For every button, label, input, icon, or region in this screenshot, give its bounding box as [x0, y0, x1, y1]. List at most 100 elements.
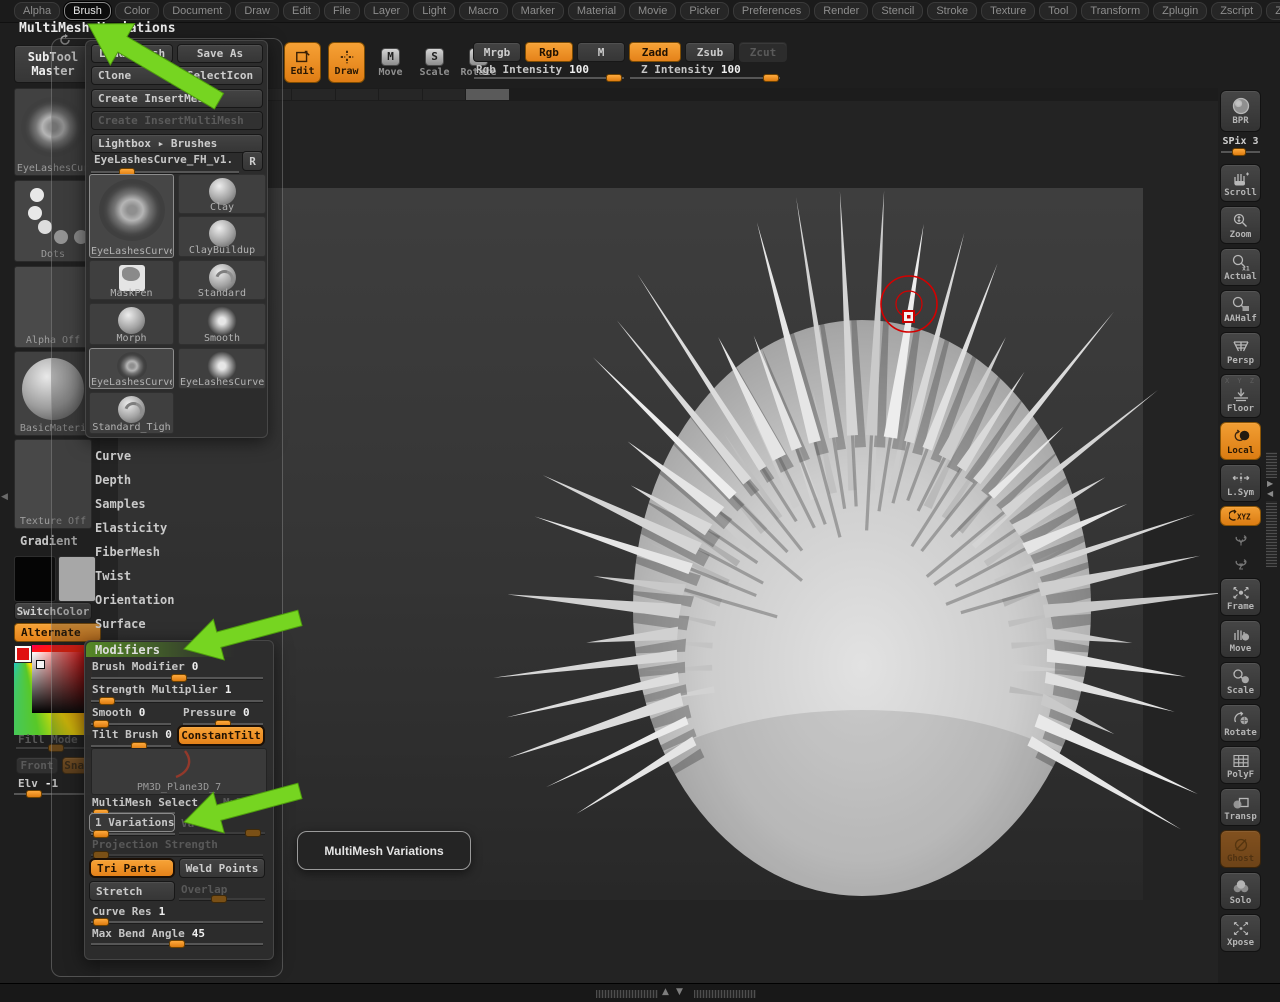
bpr-button[interactable]: BPR — [1220, 90, 1261, 132]
ghost-button[interactable]: Ghost — [1220, 830, 1261, 868]
lsym-button[interactable]: L.Sym — [1220, 464, 1261, 502]
restore-config-button[interactable]: R — [242, 151, 263, 171]
actual-button[interactable]: x1Actual — [1220, 248, 1261, 286]
selecticon-button[interactable]: SelectIcon — [177, 66, 263, 85]
brush-thumbnail-morph[interactable]: Morph — [89, 303, 174, 345]
save-as-button[interactable]: Save As — [177, 44, 263, 63]
main-color-swatch[interactable] — [14, 556, 56, 602]
menubar-item-render[interactable]: Render — [814, 2, 868, 20]
divider-expand-icon[interactable]: ▶ — [1267, 479, 1273, 488]
tray-tab-segment[interactable] — [336, 89, 379, 100]
bottom-divider-right[interactable] — [694, 990, 756, 998]
transp-button[interactable]: Transp — [1220, 788, 1261, 826]
lightbox-brushes-button[interactable]: Lightbox ▸ Brushes — [91, 134, 263, 153]
menubar-item-movie[interactable]: Movie — [629, 2, 676, 20]
brush-section-elasticity[interactable]: Elasticity — [85, 516, 275, 540]
strength-multiplier-slider[interactable] — [91, 697, 263, 705]
tray-tab-segment[interactable] — [379, 89, 422, 100]
scale-button[interactable]: Scale — [1220, 662, 1261, 700]
tray-open-icon[interactable]: ▲ — [662, 987, 669, 997]
max-bend-angle-slider[interactable] — [91, 940, 263, 948]
brush-section-curve[interactable]: Curve — [85, 444, 275, 468]
floor-axis-toggles[interactable]: X Y Z — [1225, 378, 1256, 385]
solo-button[interactable]: Solo — [1220, 872, 1261, 910]
weld-points-button[interactable]: Weld Points — [179, 858, 265, 878]
rot-z-button[interactable]: Z — [1220, 554, 1261, 574]
rgb-button[interactable]: Rgb — [525, 42, 573, 62]
brush-thumbnail-clay[interactable]: Clay — [178, 174, 266, 214]
move-button[interactable]: Move — [1220, 620, 1261, 658]
brush-thumbnail-claybuildup[interactable]: ClayBuildup — [178, 216, 266, 257]
m-button[interactable]: M — [577, 42, 625, 62]
tri-parts-button[interactable]: Tri Parts — [89, 858, 175, 878]
bottom-divider-left[interactable] — [596, 990, 658, 998]
menubar-item-macro[interactable]: Macro — [459, 2, 508, 20]
zsub-button[interactable]: Zsub — [685, 42, 735, 62]
scroll-button[interactable]: Scroll — [1220, 164, 1261, 202]
zcut-button[interactable]: Zcut — [739, 42, 787, 62]
modifiers-title[interactable]: Modifiers — [95, 643, 160, 657]
rgb-intensity-slider[interactable] — [474, 74, 624, 82]
polyf-button[interactable]: PolyF — [1220, 746, 1261, 784]
create-insertmultimesh-button[interactable]: Create InsertMultiMesh — [91, 111, 263, 130]
menubar-item-zscript[interactable]: Zscript — [1211, 2, 1262, 20]
move-button[interactable]: M Move — [372, 42, 409, 83]
menubar-item-layer[interactable]: Layer — [364, 2, 410, 20]
tray-tab-segment[interactable] — [423, 89, 466, 100]
scale-button[interactable]: S Scale — [416, 42, 453, 83]
local-button[interactable]: Local — [1220, 422, 1261, 460]
constant-tilt-button[interactable]: ConstantTilt — [177, 725, 265, 746]
edit-button[interactable]: Edit — [284, 42, 321, 83]
menubar-item-texture[interactable]: Texture — [981, 2, 1035, 20]
brush-modifier-slider[interactable] — [91, 674, 263, 682]
persp-button[interactable]: Persp — [1220, 332, 1261, 370]
z-intensity-slider[interactable] — [630, 74, 780, 82]
menubar-item-light[interactable]: Light — [413, 2, 455, 20]
menubar-item-material[interactable]: Material — [568, 2, 625, 20]
multimesh-preview[interactable]: PM3D_Plane3D_7 — [91, 748, 267, 795]
brush-thumbnail-eyelashescurve_f[interactable]: EyeLashesCurve_F — [178, 348, 266, 389]
xpose-button[interactable]: Xpose — [1220, 914, 1261, 952]
menubar-item-stencil[interactable]: Stencil — [872, 2, 923, 20]
draw-button[interactable]: Draw — [328, 42, 365, 83]
rot-y-button[interactable]: Y — [1220, 530, 1261, 550]
brush-section-fibermesh[interactable]: FiberMesh — [85, 540, 275, 564]
mrgb-button[interactable]: Mrgb — [473, 42, 521, 62]
menubar-item-picker[interactable]: Picker — [680, 2, 729, 20]
menubar-item-zplugin[interactable]: Zplugin — [1153, 2, 1207, 20]
brush-section-orientation[interactable]: Orientation — [85, 588, 275, 612]
right-divider-bottom[interactable] — [1266, 501, 1277, 567]
menubar-item-color[interactable]: Color — [115, 2, 159, 20]
smooth-slider[interactable] — [91, 720, 171, 728]
divider-collapse-icon[interactable]: ◀ — [1267, 489, 1273, 498]
floor-button[interactable]: X Y ZFloor — [1220, 374, 1261, 418]
load-brush-button[interactable]: Load Brush — [91, 44, 173, 63]
zoom-button[interactable]: Zoom — [1220, 206, 1261, 244]
spix-slider[interactable]: SPix 3 — [1220, 136, 1261, 160]
menubar-item-tool[interactable]: Tool — [1039, 2, 1077, 20]
zadd-button[interactable]: Zadd — [629, 42, 681, 62]
frame-button[interactable]: Frame — [1220, 578, 1261, 616]
menubar-item-marker[interactable]: Marker — [512, 2, 564, 20]
brush-thumbnail-eyelashescurve_f[interactable]: EyeLashesCurve_F — [89, 348, 174, 389]
menubar-item-transform[interactable]: Transform — [1081, 2, 1149, 20]
aahalf-button[interactable]: AAHalf — [1220, 290, 1261, 328]
brush-thumbnail-eyelashescurve_f[interactable]: EyeLashesCurve_F — [89, 174, 174, 258]
brush-section-samples[interactable]: Samples — [85, 492, 275, 516]
brush-thumbnail-standard[interactable]: Standard — [178, 260, 266, 300]
variations-right-slider[interactable] — [179, 829, 265, 837]
stretch-button[interactable]: Stretch — [89, 881, 175, 901]
menubar-item-file[interactable]: File — [324, 2, 360, 20]
variations-slider[interactable] — [91, 830, 175, 838]
xyz-button[interactable]: XYZ — [1220, 506, 1261, 526]
menubar-item-alpha[interactable]: Alpha — [14, 2, 60, 20]
right-divider-top[interactable] — [1266, 452, 1277, 478]
menubar-item-preferences[interactable]: Preferences — [733, 2, 810, 20]
rotate-button[interactable]: Rotate — [1220, 704, 1261, 742]
menubar-item-draw[interactable]: Draw — [235, 2, 279, 20]
brush-section-surface[interactable]: Surface — [85, 612, 275, 636]
menubar-item-edit[interactable]: Edit — [283, 2, 320, 20]
hue-cursor[interactable] — [15, 646, 31, 662]
brush-thumbnail-standard_tigh[interactable]: Standard_Tigh — [89, 392, 174, 434]
overlap-slider[interactable] — [179, 895, 265, 903]
